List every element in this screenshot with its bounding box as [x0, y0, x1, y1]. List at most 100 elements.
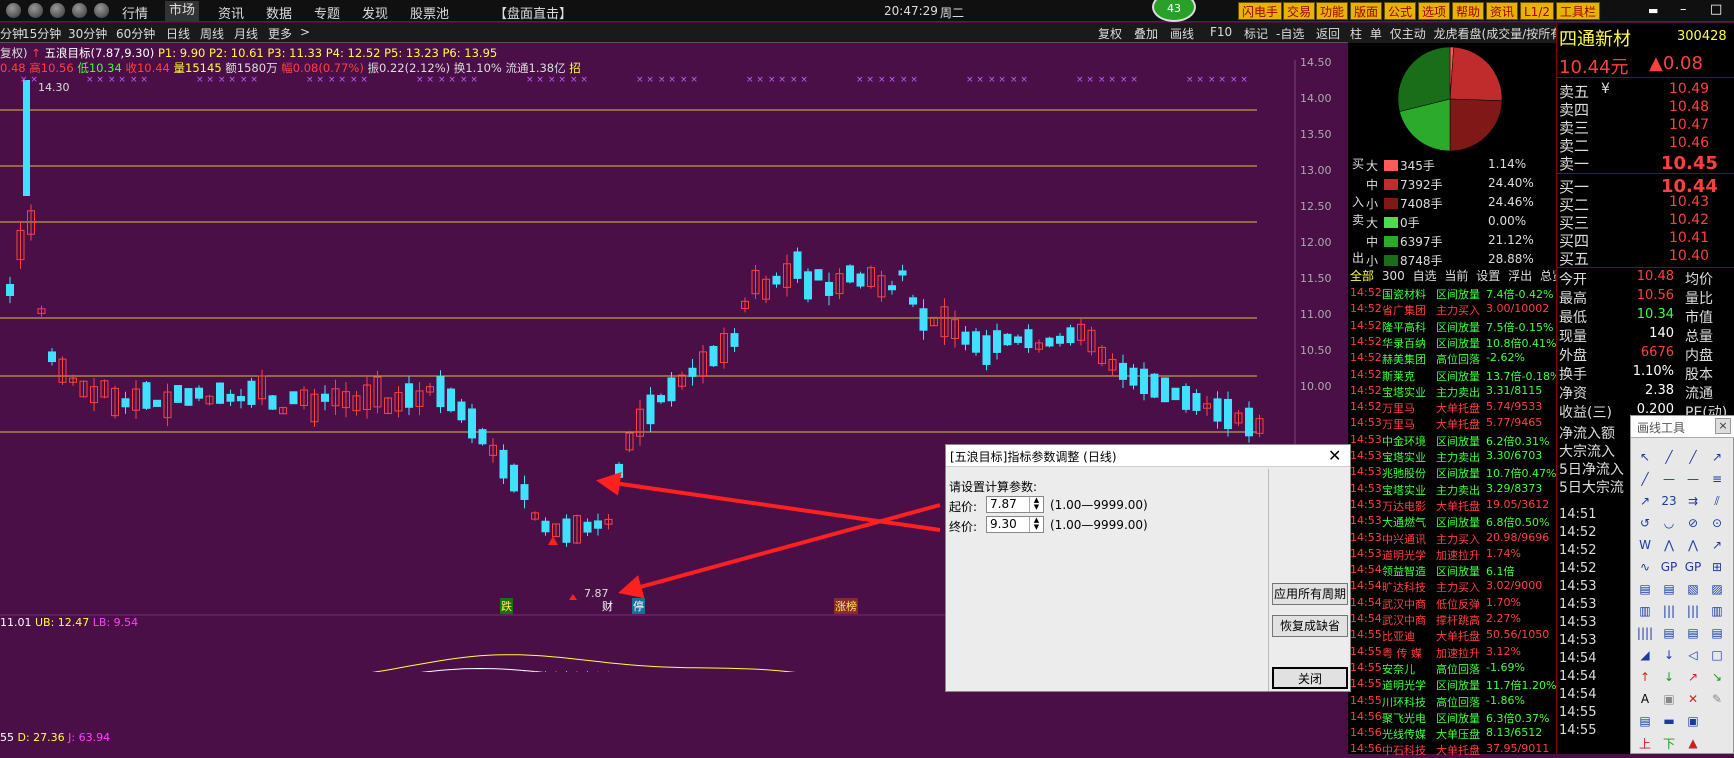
alert-row[interactable]: 14:53 大通燃气 区间放量 6.8倍0.50% — [1348, 514, 1556, 530]
alert-row[interactable]: 14:55 比亚迪 大单托盘 50.56/1050 — [1348, 628, 1556, 644]
toolbar-draw[interactable]: 画线 — [1170, 25, 1194, 42]
menu-item-faxian[interactable]: 发现 — [362, 3, 388, 22]
alert-stock-name[interactable]: 宝塔实业 — [1382, 449, 1426, 465]
end-price-value[interactable]: 9.30 — [990, 517, 1017, 531]
drawing-tool-icon[interactable]: ◡ — [1657, 512, 1681, 534]
drawing-tool-icon[interactable]: ▲ — [1681, 732, 1705, 754]
alert-stock-name[interactable]: 大通燃气 — [1382, 514, 1426, 530]
drawing-tool-icon[interactable]: ▤ — [1633, 578, 1657, 600]
tab-dragon-tiger[interactable]: 龙虎看盘(成交量/按所有) — [1434, 27, 1567, 41]
drawing-tool-icon[interactable]: ▤ — [1681, 622, 1705, 644]
period-minute[interactable]: 分钟 — [0, 25, 24, 42]
drawing-tool-icon[interactable]: 上 — [1633, 732, 1657, 754]
drawing-tool-icon[interactable]: ⊘ — [1681, 512, 1705, 534]
restore-icon[interactable]: ▬ — [1648, 4, 1658, 17]
filter-all[interactable]: 全部 — [1350, 269, 1374, 283]
alert-row[interactable]: 14:56 光线传媒 大单压盘 8.13/6512 — [1348, 726, 1556, 742]
drawing-tool-icon[interactable]: ⊙ — [1705, 512, 1729, 534]
alert-stock-name[interactable]: 粤 传 媒 — [1382, 645, 1422, 661]
alert-stock-name[interactable]: 武汉中商 — [1382, 612, 1426, 628]
drawing-tool-icon[interactable]: W — [1633, 534, 1657, 556]
tool-button-flash[interactable]: 闪电手 — [1238, 2, 1283, 20]
drawing-tool-icon[interactable]: 23 — [1657, 490, 1681, 512]
drawing-tool-icon[interactable]: ╱ — [1657, 446, 1681, 468]
toolbar-overlay[interactable]: 叠加 — [1134, 25, 1158, 42]
alert-row[interactable]: 14:55 安奈儿 高位回落 -1.69% — [1348, 661, 1556, 677]
tool-button-formula[interactable]: 公式 — [1384, 2, 1417, 20]
filter-300[interactable]: 300 — [1382, 269, 1405, 283]
alert-row[interactable]: 14:54 旷达科技 主力买入 3.02/9000 — [1348, 579, 1556, 595]
alert-stock-name[interactable]: 比亚迪 — [1382, 628, 1415, 644]
drawing-tool-icon[interactable]: ||| — [1681, 600, 1705, 622]
tool-button-options[interactable]: 选项 — [1418, 2, 1451, 20]
alert-stock-name[interactable]: 中石科技 — [1382, 742, 1426, 758]
alert-row[interactable]: 14:53 宝塔实业 主力卖出 3.29/8373 — [1348, 482, 1556, 498]
tool-button-news[interactable]: 资讯 — [1486, 2, 1519, 20]
window-control-icon[interactable] — [50, 3, 65, 18]
end-price-field[interactable]: 9.30 ▲ ▼ — [986, 516, 1044, 533]
menu-item-gupiaochi[interactable]: 股票池 — [410, 3, 449, 22]
alert-row[interactable]: 14:53 兆驰股份 区间放量 10.7倍0.47% — [1348, 465, 1556, 481]
tool-button-help[interactable]: 帮助 — [1452, 2, 1485, 20]
drawing-tool-icon[interactable]: ↘ — [1705, 666, 1729, 688]
drawing-tool-icon[interactable]: — — [1657, 468, 1681, 490]
period-monthly[interactable]: 月线 — [234, 25, 258, 42]
alert-stock-name[interactable]: 华录百纳 — [1382, 335, 1426, 351]
drawing-tool-icon[interactable]: ↗ — [1633, 490, 1657, 512]
alert-row[interactable]: 14:53 宝塔实业 主力卖出 3.30/6703 — [1348, 449, 1556, 465]
alert-stock-name[interactable]: 领益智造 — [1382, 563, 1426, 579]
maximize-icon[interactable]: □ — [1710, 2, 1722, 17]
period-60min[interactable]: 60分钟 — [116, 25, 155, 42]
window-control-icon[interactable] — [72, 3, 87, 18]
alert-row[interactable]: 14:55 道明光学 区间放量 11.7倍1.20% — [1348, 677, 1556, 693]
menu-item-zixun[interactable]: 资讯 — [218, 3, 244, 22]
alert-stock-name[interactable]: 兆驰股份 — [1382, 465, 1426, 481]
tab-active-only[interactable]: 仅主动 — [1390, 27, 1426, 41]
alert-row[interactable]: 14:53 道明光学 加速拉升 1.74% — [1348, 547, 1556, 563]
spinner-icon[interactable]: ▲ ▼ — [1029, 517, 1043, 532]
drawing-tool-icon[interactable]: ↗ — [1681, 666, 1705, 688]
start-price-field[interactable]: 7.87 ▲ ▼ — [986, 496, 1044, 513]
drawing-tool-icon[interactable] — [1705, 710, 1729, 732]
minimize-icon[interactable]: – — [1680, 2, 1687, 17]
period-daily[interactable]: 日线 — [166, 25, 190, 42]
drawing-tool-icon[interactable]: ↗ — [1705, 534, 1729, 556]
drawing-tool-icon[interactable]: □ — [1705, 644, 1729, 666]
drawing-tool-icon[interactable]: ≡ — [1705, 468, 1729, 490]
apply-all-periods-button[interactable]: 应用所有周期 — [1272, 583, 1348, 605]
drawing-tool-icon[interactable]: ⫽ — [1705, 490, 1729, 512]
toolbar-mark[interactable]: 标记 — [1244, 25, 1268, 42]
drawing-tool-icon[interactable]: ╱ — [1633, 468, 1657, 490]
alert-stock-name[interactable]: 万里马 — [1382, 416, 1415, 432]
menu-item-shuju[interactable]: 数据 — [266, 3, 292, 22]
drawing-tool-icon[interactable]: ▤ — [1705, 622, 1729, 644]
alert-stock-name[interactable]: 武汉中商 — [1382, 596, 1426, 612]
tool-button-layout[interactable]: 版面 — [1350, 2, 1383, 20]
period-more[interactable]: 更多 — [268, 25, 292, 42]
filter-float[interactable]: 浮出 — [1508, 269, 1532, 283]
drawing-tool-icon[interactable]: ⋀ — [1657, 534, 1681, 556]
filter-watchlist[interactable]: 自选 — [1413, 269, 1437, 283]
window-control-icon[interactable] — [94, 3, 109, 18]
notification-badge[interactable]: 43 — [1152, 0, 1196, 22]
tab-single[interactable]: 单 — [1370, 27, 1382, 41]
drawing-tool-icon[interactable]: 下 — [1657, 732, 1681, 754]
alert-stock-name[interactable]: 道明光学 — [1382, 677, 1426, 693]
alert-stock-name[interactable]: 赫美集团 — [1382, 351, 1426, 367]
menu-item-zhuanti[interactable]: 专题 — [314, 3, 340, 22]
alert-stock-name[interactable]: 中金环境 — [1382, 433, 1426, 449]
drawing-tool-icon[interactable]: ⊞ — [1705, 556, 1729, 578]
drawing-tool-icon[interactable]: GP — [1681, 556, 1705, 578]
alert-stock-name[interactable]: 宝塔实业 — [1382, 384, 1426, 400]
alert-stock-name[interactable]: 万达电影 — [1382, 498, 1426, 514]
alert-row[interactable]: 14:53 万里马 大单托盘 5.77/9465 — [1348, 416, 1556, 432]
alert-row[interactable]: 14:55 粤 传 媒加速拉升 3.12% — [1348, 645, 1556, 661]
alert-stock-name[interactable]: 光线传媒 — [1382, 726, 1426, 742]
alert-row[interactable]: 14:54 领益智造 区间放量 6.1倍 — [1348, 563, 1556, 579]
drawing-tool-icon[interactable]: — — [1681, 468, 1705, 490]
drawing-tool-icon[interactable]: ⋀ — [1681, 534, 1705, 556]
start-price-value[interactable]: 7.87 — [990, 497, 1017, 511]
tool-button-toolbar[interactable]: 工具栏 — [1556, 2, 1601, 20]
alert-row[interactable]: 14:53 万达电影 大单托盘 19.05/3612 — [1348, 498, 1556, 514]
alert-row[interactable]: 14:52 国瓷材料 区间放量 7.4倍-0.42% — [1348, 286, 1556, 302]
